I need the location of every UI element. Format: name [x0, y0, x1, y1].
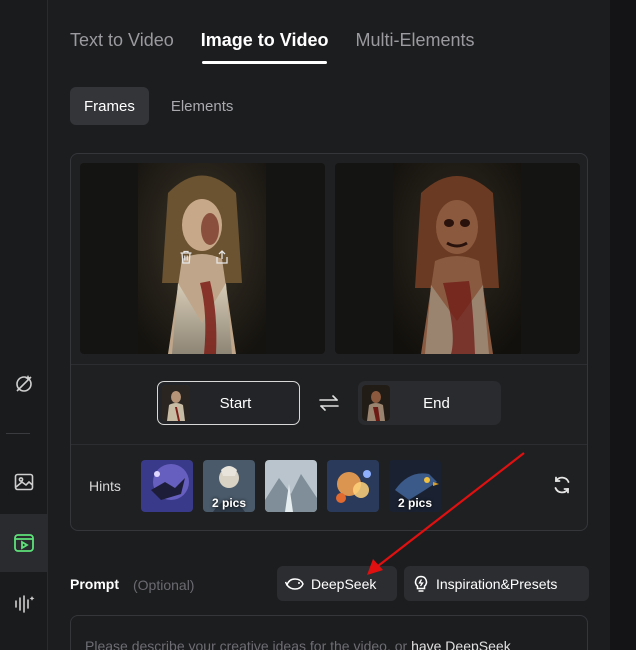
deepseek-label: DeepSeek	[311, 575, 377, 592]
magic-edit-icon[interactable]	[0, 360, 48, 408]
rail-divider	[6, 433, 30, 434]
start-frame-button[interactable]: Start	[157, 381, 300, 425]
hint-count: 2 pics	[211, 496, 247, 510]
right-scroll-area	[610, 0, 636, 650]
end-label: End	[423, 394, 450, 412]
mode-tabs: Text to Video Image to Video Multi-Eleme…	[70, 30, 474, 64]
hints-divider	[71, 444, 587, 445]
start-end-row: Start End	[157, 381, 501, 425]
refresh-hints-icon[interactable]	[551, 474, 573, 501]
start-frame-actions	[178, 249, 230, 265]
start-thumbnail	[162, 385, 190, 421]
sub-tabs: Frames Elements	[70, 87, 247, 125]
inspiration-presets-button[interactable]: Inspiration&Presets	[404, 566, 589, 601]
hint-count: 2 pics	[397, 496, 433, 510]
end-portrait-image	[393, 163, 521, 354]
generation-panel: Text to Video Image to Video Multi-Eleme…	[48, 0, 610, 650]
tab-multi-elements[interactable]: Multi-Elements	[355, 30, 474, 51]
swap-icon[interactable]	[300, 394, 358, 412]
trash-icon[interactable]	[178, 249, 194, 265]
start-label: Start	[219, 394, 252, 412]
prompt-placeholder: Please describe your creative ideas for …	[85, 638, 511, 650]
deepseek-whale-icon	[285, 577, 304, 590]
video-icon[interactable]	[0, 514, 48, 572]
subtab-elements[interactable]: Elements	[157, 87, 248, 125]
lightbulb-icon	[414, 575, 428, 592]
prompt-optional-label: (Optional)	[133, 577, 195, 593]
tab-image-to-video[interactable]: Image to Video	[201, 30, 328, 64]
hint-item[interactable]	[327, 460, 379, 512]
placeholder-deepseek-link[interactable]: have DeepSeek	[411, 638, 511, 650]
hint-item[interactable]	[265, 460, 317, 512]
hints-row: Hints 2 pics 2 pics	[89, 460, 579, 512]
hint-item[interactable]	[141, 460, 193, 512]
tab-text-to-video[interactable]: Text to Video	[70, 30, 174, 51]
end-frame-button[interactable]: End	[358, 381, 501, 425]
share-icon[interactable]	[214, 249, 230, 265]
subtab-frames[interactable]: Frames	[70, 87, 149, 125]
placeholder-text: Please describe your creative ideas for …	[85, 638, 412, 650]
prompt-label: Prompt	[70, 576, 119, 592]
audio-icon[interactable]	[0, 580, 48, 628]
inspiration-label: Inspiration&Presets	[436, 575, 558, 592]
end-frame-image[interactable]	[335, 163, 580, 354]
left-rail	[0, 0, 48, 650]
deepseek-button[interactable]: DeepSeek	[277, 566, 397, 601]
hint-item[interactable]: 2 pics	[203, 460, 255, 512]
image-icon[interactable]	[0, 458, 48, 506]
frames-divider	[71, 364, 587, 365]
hint-item[interactable]: 2 pics	[389, 460, 441, 512]
start-frame-image[interactable]	[80, 163, 325, 354]
prompt-textarea[interactable]: Please describe your creative ideas for …	[70, 615, 588, 650]
prompt-row: Prompt (Optional) DeepSeek Inspiration&P…	[70, 565, 589, 601]
end-thumbnail	[362, 385, 390, 421]
hints-label: Hints	[89, 478, 121, 494]
frames-card: Start End Hints 2 pics 2 pics	[70, 153, 588, 531]
